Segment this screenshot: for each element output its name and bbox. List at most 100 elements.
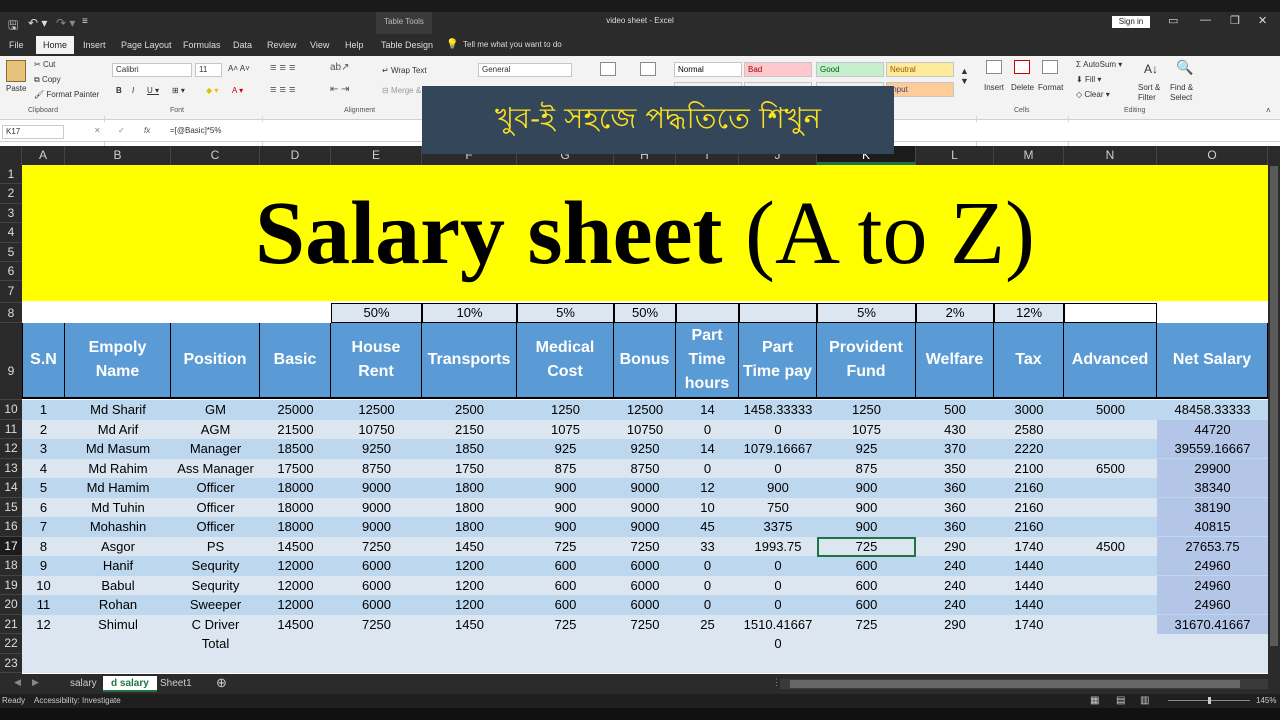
- sheet-tab-d-salary[interactable]: d salary: [103, 676, 157, 692]
- insert-cells-button[interactable]: Insert: [984, 83, 1004, 92]
- cell-h12[interactable]: 9250: [614, 439, 676, 458]
- cell-d11[interactable]: 21500: [260, 420, 331, 439]
- cell-d12[interactable]: 18500: [260, 439, 331, 458]
- cell-o13[interactable]: 29900: [1157, 458, 1268, 478]
- cell-a14[interactable]: 5: [22, 478, 65, 497]
- cell-d17[interactable]: 14500: [260, 537, 331, 556]
- cell-h20[interactable]: 6000: [614, 595, 676, 614]
- cell-n13[interactable]: 6500: [1064, 459, 1157, 478]
- column-header-b[interactable]: B: [65, 146, 171, 165]
- cell-g21[interactable]: 725: [517, 615, 614, 634]
- cell-h15[interactable]: 9000: [614, 498, 676, 517]
- cell-e14[interactable]: 9000: [331, 478, 422, 497]
- cell-f19[interactable]: 1200: [422, 576, 517, 595]
- row-header-2[interactable]: 2: [0, 184, 22, 204]
- cell-c19[interactable]: Sequrity: [171, 576, 260, 595]
- row-header-4[interactable]: 4: [0, 223, 22, 243]
- cell-g11[interactable]: 1075: [517, 420, 614, 439]
- close-icon[interactable]: ✕: [1258, 14, 1267, 27]
- cell-j15[interactable]: 750: [739, 498, 817, 517]
- cell-g13[interactable]: 875: [517, 459, 614, 478]
- name-box[interactable]: K17: [2, 125, 64, 139]
- cell-o22[interactable]: [1157, 634, 1268, 653]
- percent-cell-empty[interactable]: [739, 303, 817, 323]
- styles-scroll-icon[interactable]: ▲ ▼: [960, 66, 969, 86]
- cell-d16[interactable]: 18000: [260, 517, 331, 536]
- cell-k16[interactable]: 900: [817, 517, 916, 536]
- percent-cell-h[interactable]: 50%: [614, 303, 676, 323]
- percent-cell-empty[interactable]: [676, 303, 739, 323]
- italic-button[interactable]: I: [132, 86, 134, 95]
- row-header-9[interactable]: 9: [0, 323, 22, 400]
- cell-b18[interactable]: Hanif: [65, 556, 171, 575]
- paste-icon[interactable]: [6, 60, 26, 82]
- header-tax[interactable]: Tax: [994, 323, 1064, 399]
- cell-d14[interactable]: 18000: [260, 478, 331, 497]
- quick-access-customize-icon[interactable]: ≡: [82, 16, 88, 27]
- cell-n10[interactable]: 5000: [1064, 400, 1157, 419]
- cell-j12[interactable]: 1079.16667: [739, 439, 817, 458]
- cell-style-good[interactable]: Good: [816, 62, 884, 77]
- font-color-icon[interactable]: A ▾: [232, 86, 243, 95]
- tab-review[interactable]: Review: [260, 36, 304, 54]
- cell-e17[interactable]: 7250: [331, 537, 422, 556]
- header-provident-fund[interactable]: Provident Fund: [817, 323, 916, 399]
- cell-e11[interactable]: 10750: [331, 420, 422, 439]
- cell-d10[interactable]: 25000: [260, 400, 331, 419]
- cell-d20[interactable]: 12000: [260, 595, 331, 614]
- percent-cell-empty[interactable]: [1064, 303, 1157, 323]
- tab-page-layout[interactable]: Page Layout: [114, 36, 179, 54]
- cell-g12[interactable]: 925: [517, 439, 614, 458]
- header-transports[interactable]: Transports: [422, 323, 517, 399]
- cell-b13[interactable]: Md Rahim: [65, 459, 171, 478]
- cell-h13[interactable]: 8750: [614, 459, 676, 478]
- cell-k22[interactable]: [817, 634, 916, 653]
- cell-a13[interactable]: 4: [22, 459, 65, 478]
- cell-e13[interactable]: 8750: [331, 459, 422, 478]
- cell-a18[interactable]: 9: [22, 556, 65, 575]
- cell-o19[interactable]: 24960: [1157, 575, 1268, 595]
- cell-m13[interactable]: 2100: [994, 459, 1064, 478]
- cell-k18[interactable]: 600: [817, 556, 916, 575]
- orientation-icon[interactable]: ab↗: [330, 62, 350, 73]
- cell-a20[interactable]: 11: [22, 595, 65, 614]
- conditional-formatting-icon[interactable]: [600, 62, 616, 76]
- cell-l13[interactable]: 350: [916, 459, 994, 478]
- cell-k19[interactable]: 600: [817, 576, 916, 595]
- cell-m15[interactable]: 2160: [994, 498, 1064, 517]
- cell-style-input[interactable]: Input: [886, 82, 954, 97]
- cell-e22[interactable]: [331, 634, 422, 653]
- autosum-button[interactable]: Σ AutoSum ▾: [1076, 60, 1122, 69]
- cell-k13[interactable]: 875: [817, 459, 916, 478]
- clear-button[interactable]: ◇ Clear ▾: [1076, 90, 1110, 99]
- cut-button[interactable]: ✂ Cut: [34, 60, 55, 69]
- header-part-time-hours[interactable]: Part Time hours: [676, 323, 739, 399]
- header-part-time-pay[interactable]: Part Time pay: [739, 323, 817, 399]
- tab-table-design[interactable]: Table Design: [374, 36, 440, 54]
- fill-button[interactable]: ⬇ Fill ▾: [1076, 75, 1101, 84]
- cell-e18[interactable]: 6000: [331, 556, 422, 575]
- header-medical-cost[interactable]: Medical Cost: [517, 323, 614, 399]
- row-header-6[interactable]: 6: [0, 262, 22, 282]
- cell-f13[interactable]: 1750: [422, 459, 517, 478]
- cell-n21[interactable]: [1064, 615, 1157, 634]
- column-header-m[interactable]: M: [994, 146, 1064, 165]
- cell-c15[interactable]: Officer: [171, 498, 260, 517]
- format-cells-icon[interactable]: [1042, 60, 1058, 74]
- cell-c22[interactable]: Total: [171, 634, 260, 653]
- cell-a11[interactable]: 2: [22, 420, 65, 439]
- cell-k10[interactable]: 1250: [817, 400, 916, 419]
- cell-a22[interactable]: [22, 634, 65, 653]
- cell-c14[interactable]: Officer: [171, 478, 260, 497]
- font-name-select[interactable]: Calibri: [112, 63, 192, 77]
- cell-style-neutral[interactable]: Neutral: [886, 62, 954, 77]
- cell-l17[interactable]: 290: [916, 537, 994, 556]
- underline-button[interactable]: U ▾: [147, 86, 159, 95]
- cell-g18[interactable]: 600: [517, 556, 614, 575]
- tell-me-input[interactable]: Tell me what you want to do: [463, 40, 562, 49]
- column-header-d[interactable]: D: [260, 146, 331, 165]
- tab-view[interactable]: View: [303, 36, 336, 54]
- zoom-level[interactable]: 145%: [1256, 694, 1276, 708]
- cell-f22[interactable]: [422, 634, 517, 653]
- cell-n14[interactable]: [1064, 478, 1157, 497]
